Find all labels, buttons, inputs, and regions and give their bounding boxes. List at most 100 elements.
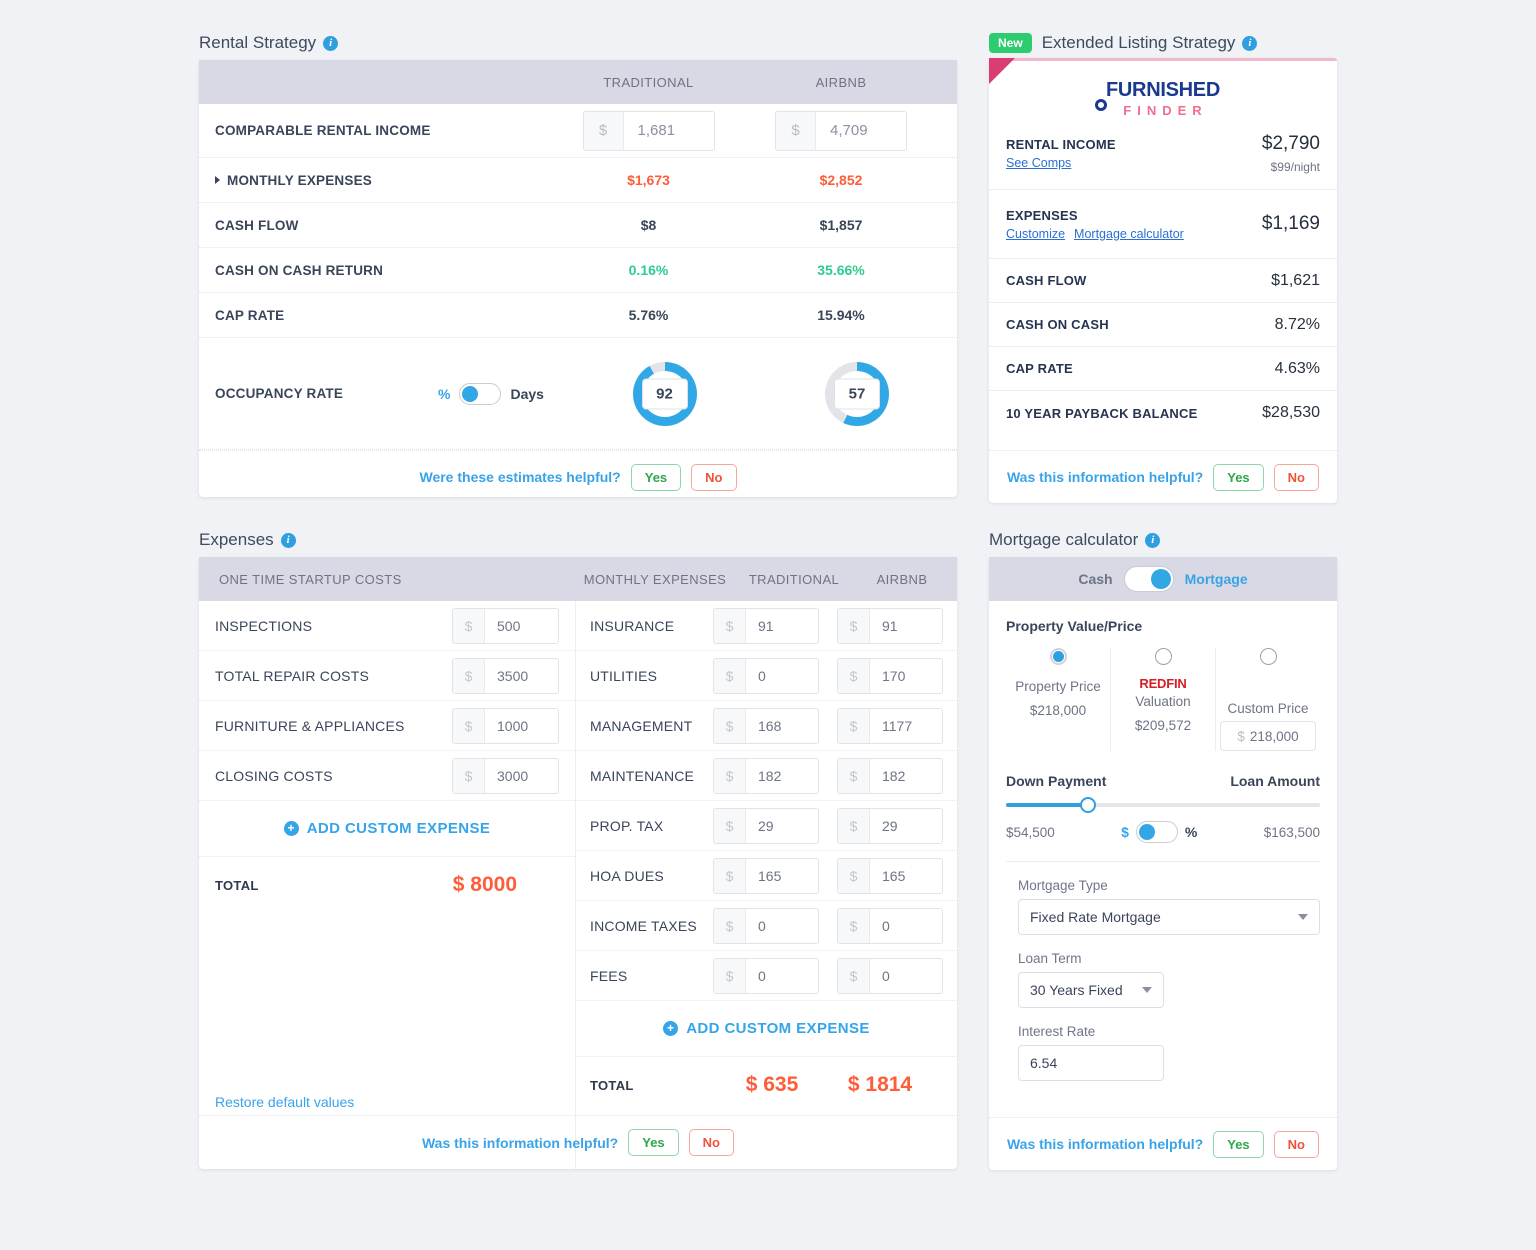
- income-taxes-airbnb-input[interactable]: $0: [837, 907, 943, 944]
- closing-costs-input[interactable]: $ 3000: [452, 757, 559, 794]
- utilities-airbnb-input[interactable]: $170: [837, 657, 943, 694]
- value-pair: $0 $0: [713, 907, 943, 944]
- row-label: FEES: [590, 967, 628, 984]
- slider-fill: [1006, 803, 1088, 807]
- feedback-yes-button[interactable]: Yes: [1213, 463, 1264, 491]
- see-comps-link[interactable]: See Comps: [1006, 156, 1071, 170]
- inspections-input[interactable]: $ 500: [452, 607, 559, 644]
- list-item: MAINTENANCE $182 $182: [576, 751, 957, 801]
- list-item: INCOME TAXES $0 $0: [576, 901, 957, 951]
- input-value: 182: [882, 767, 906, 784]
- expenses-title: Expenses i: [199, 530, 296, 550]
- currency-prefix: $: [714, 808, 746, 843]
- radio-valuation[interactable]: [1154, 648, 1172, 665]
- row-label: COMPARABLE RENTAL INCOME: [215, 123, 431, 138]
- management-traditional-input[interactable]: $168: [713, 707, 819, 744]
- maintenance-airbnb-input[interactable]: $182: [837, 757, 943, 794]
- column-header-monthly: MONTHLY EXPENSES: [583, 571, 727, 587]
- prop-tax-airbnb-input[interactable]: $29: [837, 807, 943, 844]
- mortgage-calculator-link[interactable]: Mortgage calculator: [1074, 227, 1184, 241]
- cell-value: 5.76%: [628, 307, 669, 323]
- unit-days-label[interactable]: Days: [510, 386, 543, 402]
- add-custom-expense-startup-button[interactable]: + ADD CUSTOM EXPENSE: [199, 801, 575, 857]
- currency-prefix: $: [714, 658, 746, 693]
- custom-price-input[interactable]: $ 218,000: [1220, 721, 1316, 751]
- feedback-yes-button[interactable]: Yes: [628, 1129, 679, 1156]
- occupancy-unit-toggle[interactable]: [459, 382, 502, 405]
- unit-dollar-label[interactable]: $: [1121, 824, 1129, 840]
- price-option-group[interactable]: Property Price $218,000 REDFIN Valuation…: [1006, 648, 1320, 751]
- interest-rate-input[interactable]: 6.54: [1018, 1045, 1164, 1081]
- feedback-question: Was this information helpful?: [421, 1134, 619, 1151]
- slider-handle[interactable]: [1079, 797, 1096, 813]
- row-amount: $1,621: [1271, 271, 1320, 289]
- feedback-yes-button[interactable]: Yes: [1213, 1130, 1264, 1158]
- insurance-airbnb-input[interactable]: $91: [837, 607, 943, 644]
- fees-airbnb-input[interactable]: $0: [837, 957, 943, 994]
- unit-toggle-group[interactable]: $ %: [1121, 821, 1197, 843]
- total-repair-costs-input[interactable]: $ 3500: [452, 657, 559, 694]
- mortgage-type-select[interactable]: Fixed Rate Mortgage: [1018, 899, 1320, 935]
- monthly-expenses-airbnb-cell: $2,852: [746, 172, 936, 188]
- income-taxes-traditional-input[interactable]: $0: [713, 907, 819, 944]
- currency-prefix: $: [714, 708, 746, 743]
- radio-custom-price[interactable]: [1259, 648, 1277, 665]
- mortgage-mode-toggle[interactable]: [1123, 566, 1174, 592]
- list-item: FURNITURE & APPLIANCES $ 1000: [199, 701, 575, 751]
- down-payment-unit-toggle[interactable]: [1135, 821, 1178, 843]
- occupancy-airbnb-donut[interactable]: 57: [825, 361, 889, 426]
- interest-rate-label: Interest Rate: [1018, 1024, 1096, 1039]
- comparable-income-airbnb-input[interactable]: $ 4,709: [775, 110, 907, 151]
- price-option-property-price[interactable]: Property Price $218,000: [1006, 648, 1110, 751]
- radio-property-price[interactable]: [1049, 648, 1067, 665]
- table-row-monthly-expenses[interactable]: MONTHLY EXPENSES $1,673 $2,852: [199, 158, 957, 203]
- monthly-expenses-traditional-cell: $1,673: [551, 172, 746, 188]
- price-option-valuation[interactable]: REDFIN Valuation $209,572: [1110, 648, 1215, 751]
- customize-link[interactable]: Customize: [1006, 227, 1065, 241]
- row-label-expandable[interactable]: MONTHLY EXPENSES: [215, 173, 551, 188]
- comparable-income-traditional-input[interactable]: $ 1,681: [582, 110, 715, 151]
- occupancy-traditional-value[interactable]: 92: [641, 378, 688, 409]
- currency-prefix: $: [453, 658, 485, 693]
- unit-percent-label[interactable]: %: [1185, 824, 1197, 840]
- prop-tax-traditional-input[interactable]: $29: [713, 807, 819, 844]
- restore-defaults-link-wrap: Restore default values: [215, 1094, 354, 1112]
- loan-term-label: Loan Term: [1018, 951, 1082, 966]
- toggle-knob: [462, 385, 479, 402]
- info-icon[interactable]: i: [323, 35, 339, 51]
- feedback-no-button[interactable]: No: [1273, 1130, 1320, 1158]
- occupancy-unit-toggle-group[interactable]: % Days: [415, 382, 567, 405]
- occupancy-airbnb-value[interactable]: 57: [834, 378, 880, 409]
- down-payment-slider[interactable]: [1006, 797, 1320, 813]
- divider: [1006, 861, 1320, 862]
- feedback-no-button[interactable]: No: [688, 1129, 735, 1156]
- loan-term-select[interactable]: 30 Years Fixed: [1018, 972, 1164, 1008]
- value-pair: $29 $29: [713, 807, 943, 844]
- mode-cash-label[interactable]: Cash: [1078, 571, 1112, 587]
- utilities-traditional-input[interactable]: $0: [713, 657, 819, 694]
- feedback-no-button[interactable]: No: [691, 463, 737, 491]
- furniture-appliances-input[interactable]: $ 1000: [452, 707, 559, 744]
- hoa-dues-airbnb-input[interactable]: $165: [837, 857, 943, 894]
- management-airbnb-input[interactable]: $1177: [837, 707, 943, 744]
- price-option-custom-price[interactable]: Custom Price $ 218,000: [1215, 648, 1320, 751]
- unit-percent-label[interactable]: %: [438, 386, 450, 402]
- restore-default-values-link[interactable]: Restore default values: [215, 1094, 354, 1110]
- coc-traditional-cell: 0.16%: [551, 262, 746, 278]
- maintenance-traditional-input[interactable]: $182: [713, 757, 819, 794]
- value-pair: $0 $0: [713, 957, 943, 994]
- hoa-dues-traditional-input[interactable]: $165: [713, 857, 819, 894]
- add-custom-expense-monthly-button[interactable]: + ADD CUSTOM EXPENSE: [576, 1001, 957, 1057]
- mortgage-mode-toggle-group[interactable]: Cash Mortgage: [989, 557, 1337, 601]
- insurance-traditional-input[interactable]: $91: [713, 607, 819, 644]
- input-value: 168: [758, 717, 782, 734]
- mode-mortgage-label[interactable]: Mortgage: [1185, 571, 1248, 587]
- occupancy-traditional-donut[interactable]: 92: [632, 361, 697, 426]
- fees-traditional-input[interactable]: $0: [713, 957, 819, 994]
- info-icon[interactable]: i: [1242, 35, 1258, 51]
- row-left: RENTAL INCOME See Comps: [1006, 137, 1262, 170]
- feedback-yes-button[interactable]: Yes: [630, 463, 682, 491]
- info-icon[interactable]: i: [1145, 532, 1161, 548]
- feedback-no-button[interactable]: No: [1273, 463, 1320, 491]
- info-icon[interactable]: i: [280, 532, 296, 548]
